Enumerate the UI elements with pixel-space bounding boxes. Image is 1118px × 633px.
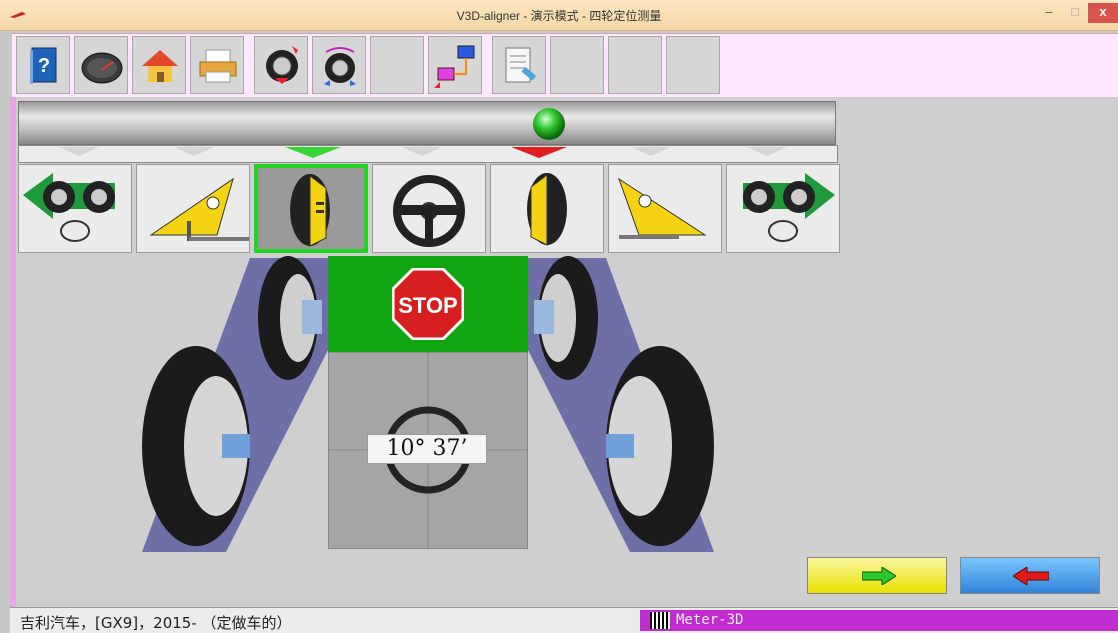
previous-arrow-icon <box>1013 567 1049 585</box>
next-arrow-icon <box>862 567 896 585</box>
stop-sign-text: STOP <box>398 293 458 318</box>
device-name: Meter-3D <box>676 612 744 628</box>
vehicle-diagram <box>142 256 714 552</box>
barcode-icon <box>650 612 670 629</box>
rear-right-wheel <box>606 346 714 546</box>
rear-left-wheel <box>142 346 250 546</box>
stop-panel: STOP <box>328 256 528 352</box>
steering-angle-readout: 10° 37’ <box>367 434 487 464</box>
next-button[interactable] <box>807 557 947 594</box>
stop-sign-icon: STOP <box>392 268 464 340</box>
vehicle-info: 吉利汽车，[GX9]，2015- （定做车的） <box>20 614 292 632</box>
status-bar: 吉利汽车，[GX9]，2015- （定做车的） Meter-3D <box>10 607 1118 633</box>
device-status: Meter-3D <box>640 610 1118 631</box>
previous-button[interactable] <box>960 557 1100 594</box>
